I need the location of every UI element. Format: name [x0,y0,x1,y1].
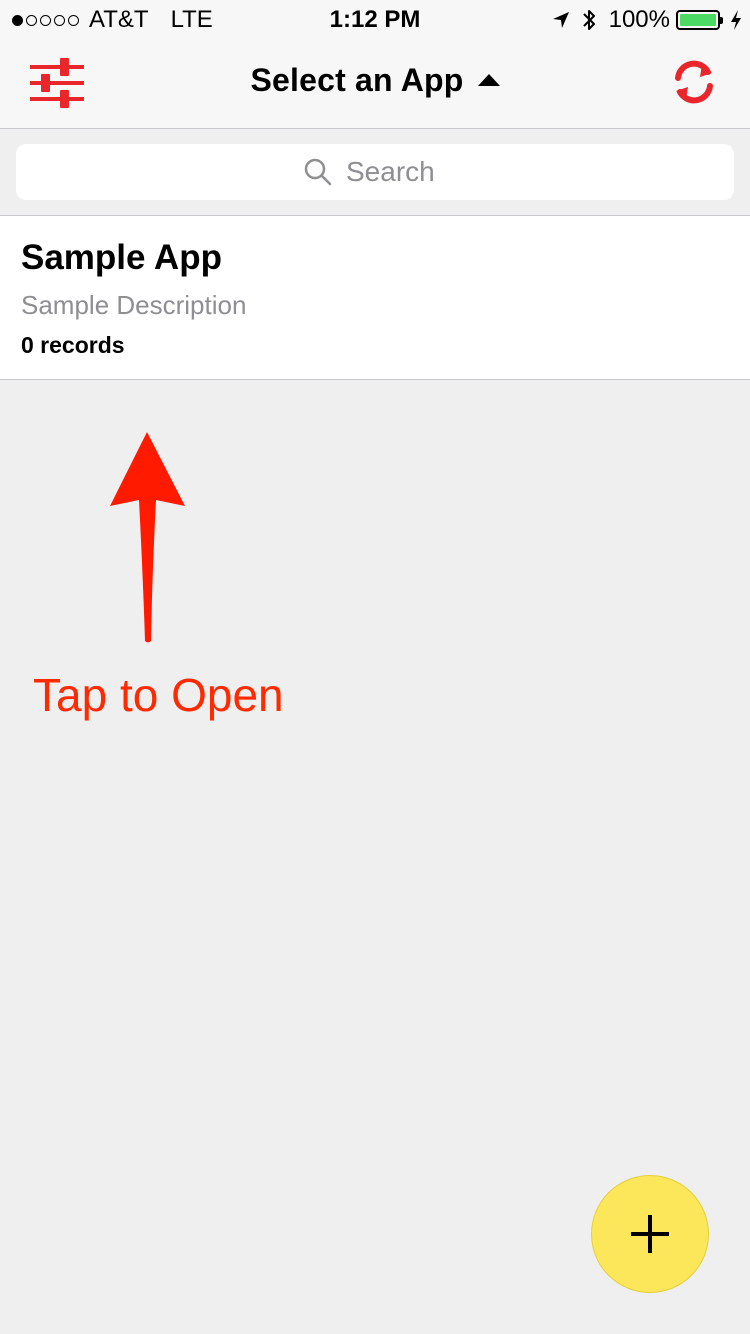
status-right: 100% [551,7,742,33]
refresh-icon [675,60,713,104]
battery-icon [676,10,723,30]
navigation-bar: Select an App [0,40,750,129]
arrow-up-icon [110,432,185,643]
search-field[interactable] [16,144,734,200]
search-icon [304,158,332,186]
app-name: Sample App [21,238,222,277]
battery-percent: 100% [608,6,670,33]
status-bar: AT&T LTE 1:12 PM 100% [0,0,750,40]
add-button[interactable] [591,1175,709,1293]
annotation-label: Tap to Open [33,669,284,721]
app-record-count: 0 records [21,332,125,358]
list-item[interactable]: Sample App Sample Description 0 records [0,216,750,380]
charging-icon [730,9,742,31]
page-title: Select an App [250,62,464,98]
location-icon [551,10,571,30]
caret-up-icon [477,73,500,86]
app-selector[interactable]: Select an App [0,62,750,99]
plus-icon [631,1215,669,1253]
bluetooth-icon [581,8,597,32]
app-description: Sample Description [21,290,247,320]
search-input[interactable] [346,156,446,188]
refresh-button[interactable] [668,56,720,108]
search-bar [0,129,750,216]
